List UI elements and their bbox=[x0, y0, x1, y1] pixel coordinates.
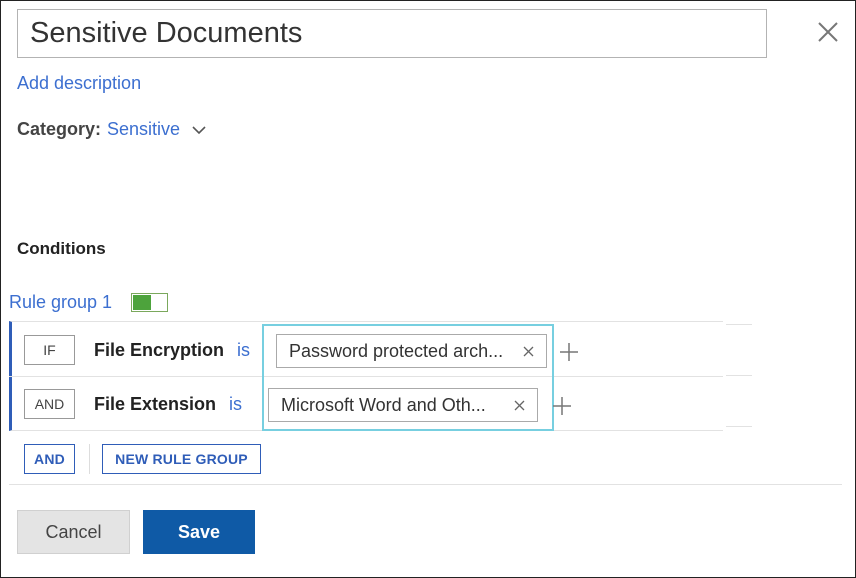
value-chip-label: Password protected arch... bbox=[289, 340, 504, 361]
add-value-icon[interactable] bbox=[552, 396, 572, 416]
footer-divider bbox=[9, 484, 842, 485]
button-divider bbox=[89, 444, 90, 474]
rule-divider bbox=[726, 426, 752, 427]
new-rule-group-button[interactable]: NEW RULE GROUP bbox=[102, 444, 261, 474]
save-button[interactable]: Save bbox=[143, 510, 255, 554]
value-chip[interactable]: Password protected arch... bbox=[276, 334, 547, 368]
add-and-condition-button[interactable]: AND bbox=[24, 444, 75, 474]
category-selector[interactable]: Category: Sensitive bbox=[17, 119, 206, 140]
rule-field-label[interactable]: File Encryption bbox=[94, 340, 224, 361]
add-value-icon[interactable] bbox=[559, 342, 579, 362]
title-input[interactable]: Sensitive Documents bbox=[17, 9, 767, 58]
toggle-knob bbox=[133, 295, 151, 310]
rule-operator-if[interactable]: IF bbox=[24, 335, 75, 365]
rule-operator-and[interactable]: AND bbox=[24, 389, 75, 419]
rule-comparator[interactable]: is bbox=[229, 394, 242, 415]
rule-group-toggle[interactable] bbox=[131, 293, 168, 312]
category-label: Category: bbox=[17, 119, 102, 139]
value-chip[interactable]: Microsoft Word and Oth... bbox=[268, 388, 538, 422]
value-chip-label: Microsoft Word and Oth... bbox=[281, 394, 486, 415]
cancel-button[interactable]: Cancel bbox=[17, 510, 130, 554]
close-icon[interactable] bbox=[815, 19, 841, 45]
chevron-down-icon[interactable] bbox=[192, 119, 206, 140]
rule-group-label[interactable]: Rule group 1 bbox=[9, 292, 112, 313]
rule-divider bbox=[726, 324, 752, 325]
conditions-heading: Conditions bbox=[17, 239, 106, 258]
rule-divider bbox=[726, 375, 752, 376]
category-value[interactable]: Sensitive bbox=[107, 119, 180, 140]
remove-value-icon[interactable] bbox=[514, 395, 525, 416]
add-description-link[interactable]: Add description bbox=[17, 73, 141, 94]
rule-comparator[interactable]: is bbox=[237, 340, 250, 361]
remove-value-icon[interactable] bbox=[523, 341, 534, 362]
rule-field-label[interactable]: File Extension bbox=[94, 394, 216, 415]
rule-editor-dialog: Sensitive Documents Add description Cate… bbox=[0, 0, 856, 578]
